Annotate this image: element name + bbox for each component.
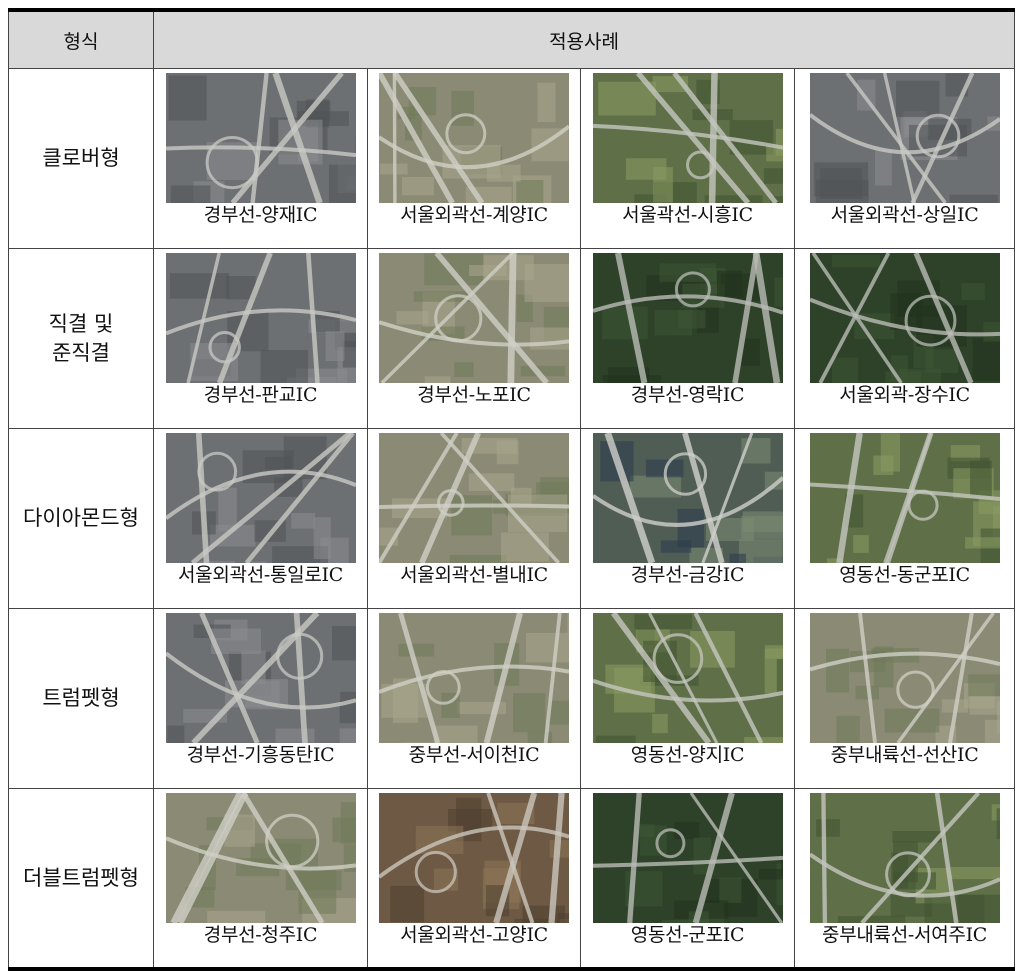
aerial-photo: [165, 793, 356, 923]
case-cell: 영동선-동군포IC: [793, 428, 1016, 609]
interchange-type-name: 더블트럼펫형: [8, 788, 154, 971]
type-column-header: 형식: [8, 8, 154, 69]
aerial-photo: [592, 613, 783, 743]
cases-column-header: 적용사례: [152, 8, 1016, 69]
case-cell: 경부선-영락IC: [580, 248, 795, 429]
case-cell: 경부선-노포IC: [367, 248, 581, 429]
aerial-photo: [379, 433, 569, 563]
case-cell: 서울외곽선-별내IC: [367, 428, 581, 609]
aerial-photo: [809, 793, 1000, 923]
case-cell: 경부선-기흥동탄IC: [153, 608, 368, 789]
case-cell: 중부내륙선-선산IC: [793, 608, 1016, 789]
header-row: 형식 적용사례: [8, 8, 1016, 69]
case-cell: 경부선-청주IC: [153, 788, 368, 971]
aerial-photo: [165, 253, 356, 383]
case-cell: 서울곽선-시흥IC: [580, 68, 795, 249]
interchange-type-name: 다이아몬드형: [8, 428, 154, 609]
case-caption: 중부내륙선-서여주IC: [822, 924, 988, 946]
case-cell: 중부선-서이천IC: [367, 608, 581, 789]
aerial-photo: [809, 73, 1000, 203]
aerial-photo: [809, 253, 1000, 383]
aerial-photo: [379, 73, 569, 203]
case-caption: 영동선-군포IC: [630, 924, 745, 946]
case-caption: 경부선-노포IC: [417, 384, 531, 406]
aerial-photo: [379, 253, 569, 383]
case-caption: 서울외곽선-별내IC: [400, 564, 548, 586]
aerial-photo: [379, 613, 569, 743]
case-cell: 영동선-군포IC: [580, 788, 795, 971]
case-caption: 경부선-판교IC: [203, 384, 318, 406]
case-caption: 서울외곽선-통일로IC: [177, 564, 343, 586]
aerial-photo: [379, 793, 569, 923]
ic-type-row: 다이아몬드형서울외곽선-통일로IC 서울외곽선-별내IC 경부선-금강IC 영동선-동…: [8, 428, 1016, 609]
interchange-type-name: 트럼펫형: [8, 608, 154, 789]
case-caption: 서울외곽-장수IC: [839, 384, 970, 406]
case-cell: 서울외곽-장수IC: [793, 248, 1016, 429]
case-caption: 영동선-양지IC: [630, 744, 745, 766]
aerial-photo: [592, 73, 783, 203]
case-caption: 중부내륙선-선산IC: [830, 744, 979, 766]
interchange-type-name: 직결 및 준직결: [8, 248, 154, 429]
case-cell: 서울외곽선-상일IC: [793, 68, 1016, 249]
case-cell: 서울외곽선-통일로IC: [153, 428, 368, 609]
case-caption: 서울외곽선-계양IC: [400, 204, 548, 226]
ic-type-row: 트럼펫형경부선-기흥동탄IC 중부선-서이천IC 영동선-양지IC 중부내륙선-선산I…: [8, 608, 1016, 789]
case-cell: 중부내륙선-서여주IC: [793, 788, 1016, 971]
aerial-photo: [592, 793, 783, 923]
case-cell: 영동선-양지IC: [580, 608, 795, 789]
case-caption: 영동선-동군포IC: [839, 564, 970, 586]
case-caption: 중부선-서이천IC: [408, 744, 540, 766]
aerial-photo: [165, 433, 356, 563]
interchange-type-table: 형식 적용사례 클로버형경부선-양재IC 서울외곽선-계양IC 서울곽선-시흥IC 서…: [8, 8, 1016, 971]
aerial-photo: [165, 613, 356, 743]
aerial-photo: [809, 613, 1000, 743]
case-cell: 경부선-판교IC: [153, 248, 368, 429]
case-caption: 경부선-금강IC: [630, 564, 745, 586]
ic-type-row: 더블트럼펫형경부선-청주IC 서울외곽선-고양IC 영동선-군포IC 중부내륙선-서여…: [8, 788, 1016, 971]
ic-type-row: 클로버형경부선-양재IC 서울외곽선-계양IC 서울곽선-시흥IC 서울외곽선-상일I…: [8, 68, 1016, 249]
case-caption: 서울곽선-시흥IC: [622, 204, 753, 226]
aerial-photo: [809, 433, 1000, 563]
case-cell: 경부선-금강IC: [580, 428, 795, 609]
case-caption: 경부선-기흥동탄IC: [186, 744, 335, 766]
case-caption: 경부선-청주IC: [203, 924, 318, 946]
case-caption: 경부선-양재IC: [203, 204, 318, 226]
aerial-photo: [592, 433, 783, 563]
interchange-type-name: 클로버형: [8, 68, 154, 249]
aerial-photo: [165, 73, 356, 203]
case-cell: 경부선-양재IC: [153, 68, 368, 249]
aerial-photo: [592, 253, 783, 383]
case-caption: 서울외곽선-상일IC: [830, 204, 979, 226]
ic-type-row: 직결 및 준직결경부선-판교IC 경부선-노포IC 경부선-영락IC 서울외곽-장수I…: [8, 248, 1016, 429]
case-cell: 서울외곽선-고양IC: [367, 788, 581, 971]
case-cell: 서울외곽선-계양IC: [367, 68, 581, 249]
case-caption: 서울외곽선-고양IC: [400, 924, 548, 946]
case-caption: 경부선-영락IC: [630, 384, 745, 406]
